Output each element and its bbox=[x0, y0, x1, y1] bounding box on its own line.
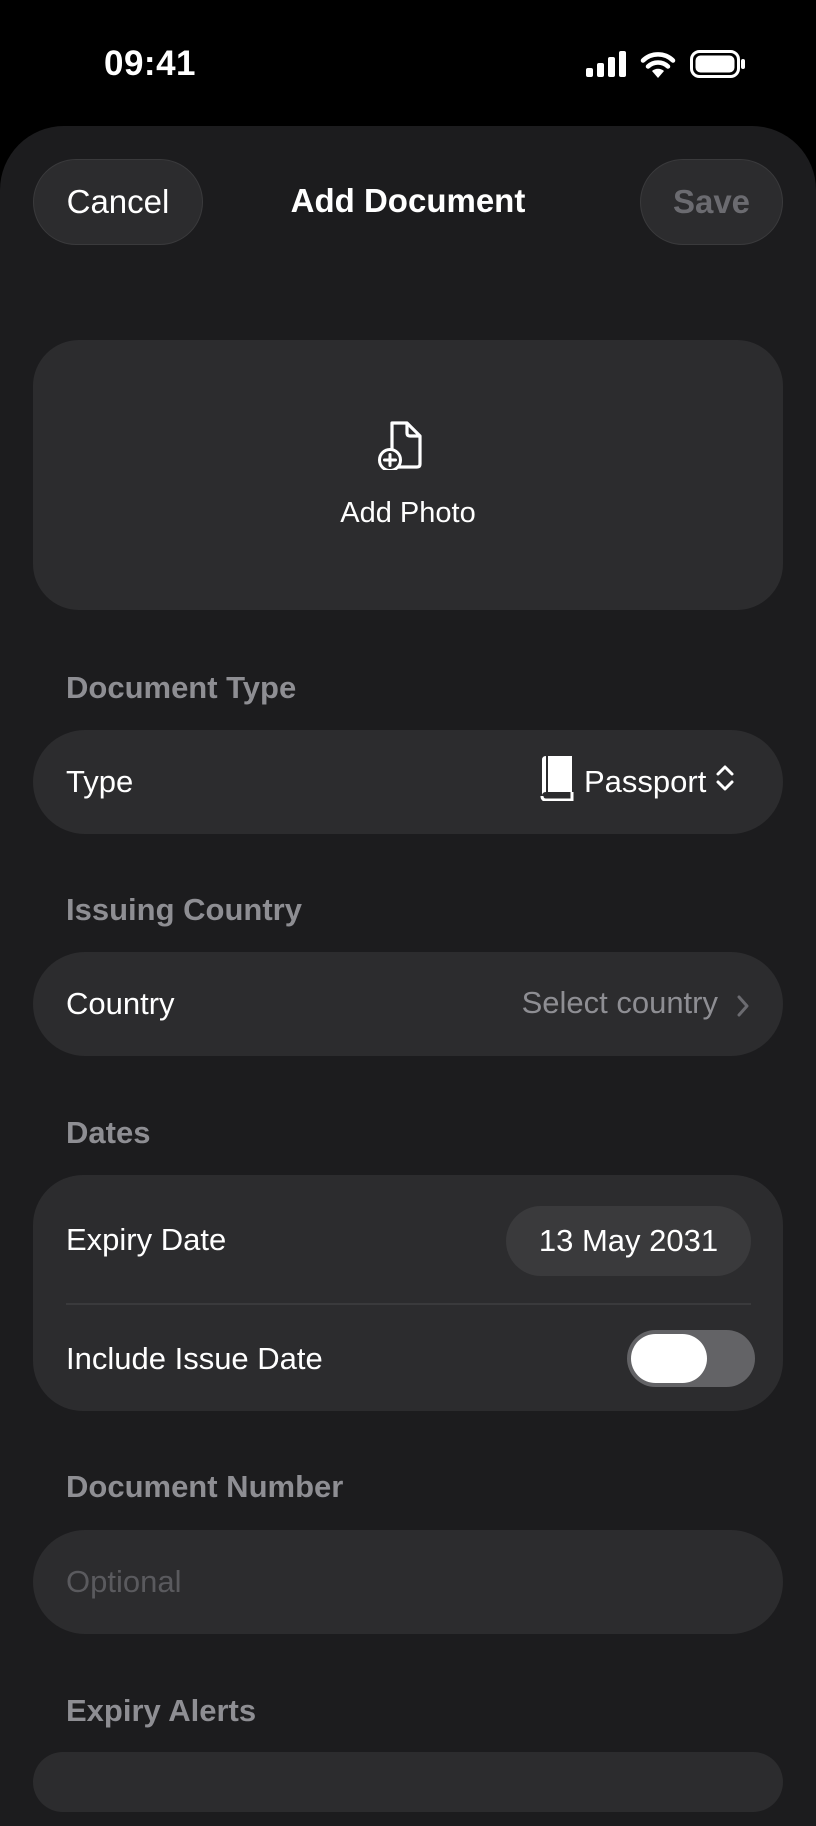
type-label: Type bbox=[66, 764, 134, 799]
type-value: Passport bbox=[584, 764, 707, 799]
status-icons bbox=[586, 50, 746, 83]
book-icon bbox=[538, 755, 576, 809]
status-bar: 09:41 bbox=[0, 0, 816, 120]
save-button[interactable]: Save bbox=[640, 159, 783, 245]
wifi-icon bbox=[640, 51, 676, 83]
cellular-signal-icon bbox=[586, 51, 626, 82]
dates-header: Dates bbox=[66, 1115, 151, 1150]
expiry-alerts-card bbox=[33, 1752, 783, 1812]
issuing-country-header: Issuing Country bbox=[66, 892, 302, 927]
divider bbox=[66, 1303, 751, 1305]
document-number-header: Document Number bbox=[66, 1469, 344, 1504]
include-issue-date-toggle[interactable] bbox=[627, 1330, 755, 1387]
chevron-up-down-icon bbox=[714, 763, 736, 801]
document-add-icon bbox=[378, 420, 428, 475]
toggle-knob bbox=[631, 1334, 707, 1383]
type-picker[interactable]: Passport bbox=[538, 756, 736, 805]
status-time: 09:41 bbox=[104, 44, 197, 83]
expiry-alerts-header: Expiry Alerts bbox=[66, 1693, 257, 1728]
add-photo-card[interactable] bbox=[33, 340, 783, 610]
battery-icon bbox=[690, 50, 746, 83]
include-issue-date-label: Include Issue Date bbox=[66, 1341, 323, 1376]
add-photo-label: Add Photo bbox=[340, 497, 476, 529]
expiry-date-picker[interactable]: 13 May 2031 bbox=[506, 1206, 751, 1276]
chevron-right-icon bbox=[736, 994, 750, 1023]
document-type-header: Document Type bbox=[66, 670, 297, 705]
country-label: Country bbox=[66, 986, 175, 1021]
expiry-date-label: Expiry Date bbox=[66, 1222, 227, 1257]
country-value: Select country bbox=[521, 985, 718, 1020]
document-number-input[interactable]: Optional bbox=[33, 1530, 783, 1634]
